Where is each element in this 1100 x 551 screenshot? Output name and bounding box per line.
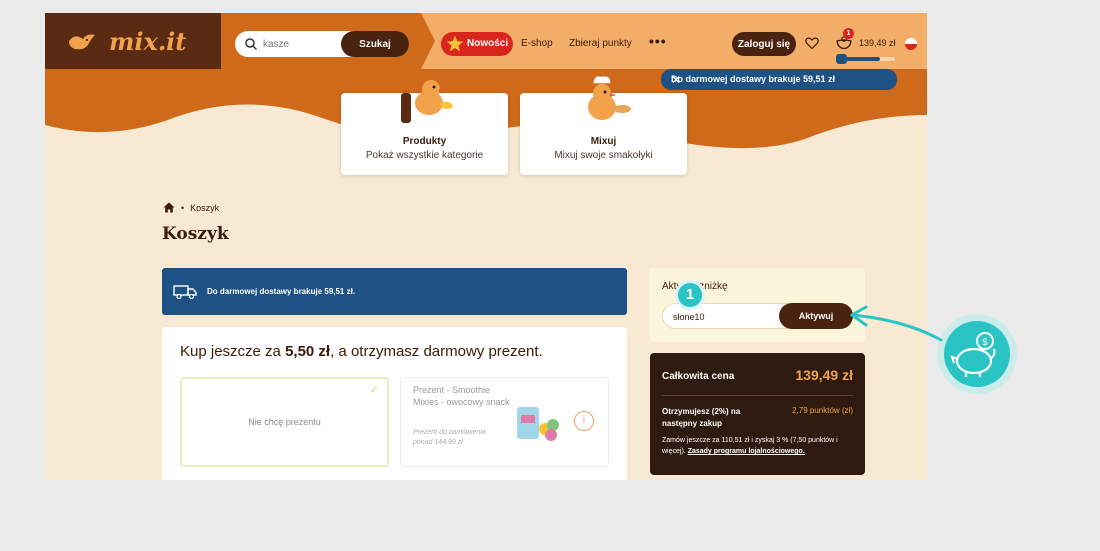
cart-total[interactable]: 139,49 zł (859, 38, 896, 48)
gift-panel: Kup jeszcze za 5,50 zł, a otrzymasz darm… (162, 327, 627, 480)
browser-viewport: mix.it Szukaj Nowości E-shop Zbieraj pun… (45, 13, 927, 480)
nav-new-label: Nowości (467, 38, 509, 49)
category-card-mix[interactable]: Mixuj Mixuj swoje smakołyki (520, 76, 687, 175)
free-delivery-banner: Do darmowej dostawy brakuje 59,51 zł. (162, 268, 627, 315)
bird-logo-icon (69, 34, 95, 50)
polish-flag-icon[interactable] (905, 38, 917, 50)
free-delivery-progress-fill (845, 57, 880, 61)
heart-icon[interactable] (805, 36, 819, 50)
loyalty-earn-label: Otrzymujesz (2%) na następny zakup (662, 407, 741, 428)
snack-package-image (517, 407, 559, 441)
search-box: Szukaj (235, 31, 409, 57)
gift-headline: Kup jeszcze za 5,50 zł, a otrzymasz darm… (180, 343, 543, 360)
gift-option-name: Prezent - Smoothie Mixies - owocowy snac… (413, 385, 510, 407)
breadcrumb: • Koszyk (163, 202, 219, 213)
bird-with-bar-illustration-icon (400, 80, 453, 123)
order-total-panel: Całkowita cena 139,49 zł Otrzymujesz (2%… (650, 353, 865, 475)
gift-headline-prefix: Kup jeszcze za (180, 343, 286, 360)
no-gift-label: Nie chcę prezentu (248, 417, 321, 427)
star-icon (446, 35, 464, 52)
gift-headline-amount: 5,50 zł (285, 343, 331, 360)
category-card-title: Mixuj (590, 136, 617, 147)
total-value: 139,49 zł (795, 367, 853, 383)
nav-eshop[interactable]: E-shop (521, 38, 553, 49)
free-delivery-progress (845, 57, 895, 61)
chef-bird-illustration-icon (587, 76, 631, 120)
free-delivery-banner-text: Do darmowej dostawy brakuje 59,51 zł. (207, 287, 356, 296)
category-card-subtitle: Pokaż wszystkie kategorie (365, 150, 484, 161)
cart-count-badge: 1 (843, 28, 854, 39)
piggy-bank-icon: $ (950, 332, 996, 377)
info-icon[interactable]: i (574, 411, 594, 431)
piggy-bank-callout: $ (937, 314, 1017, 394)
loyalty-note: Zamów jeszcze za 110,51 zł i zyskaj 3 % … (662, 435, 857, 457)
site-header: mix.it Szukaj Nowości E-shop Zbieraj pun… (45, 13, 927, 69)
nav-collect-points[interactable]: Zbieraj punkty (569, 38, 632, 49)
search-input[interactable] (263, 34, 343, 54)
check-icon: ✓ (369, 384, 379, 396)
gift-option-smoothie[interactable]: Prezent - Smoothie Mixies - owocowy snac… (400, 377, 609, 467)
search-button[interactable]: Szukaj (341, 31, 409, 57)
gift-option-condition: Prezent do zamówienia ponad 144,99 zł (413, 429, 486, 446)
loyalty-program-link[interactable]: Zasady programu lojalnościowego. (688, 448, 805, 455)
no-gift-option[interactable]: ✓ Nie chcę prezentu (180, 377, 389, 467)
page-title: Koszyk (162, 224, 229, 244)
step-number-marker: 1 (675, 280, 705, 310)
search-icon (245, 38, 258, 51)
breadcrumb-current: Koszyk (190, 202, 220, 213)
loyalty-earn-value: 2,79 punktów (zł) (792, 406, 853, 415)
free-delivery-tooltip: Do darmowej dostawy brakuje 59,51 zł ✕ (661, 69, 897, 90)
category-card-products[interactable]: Produkty Pokaż wszystkie kategorie (341, 80, 508, 175)
login-button[interactable]: Zaloguj się (732, 32, 796, 56)
close-icon[interactable]: ✕ (671, 74, 888, 86)
logo-area[interactable]: mix.it (45, 13, 239, 69)
divider (662, 395, 853, 396)
home-icon[interactable] (163, 202, 175, 213)
gift-headline-suffix: , a otrzymasz darmowy prezent. (330, 343, 543, 360)
discount-code-input[interactable] (673, 309, 763, 325)
nav-new-products[interactable]: Nowości (441, 32, 513, 56)
truck-icon (173, 285, 197, 299)
category-card-subtitle: Mixuj swoje smakołyki (554, 150, 653, 161)
svg-text:$: $ (982, 337, 988, 348)
activate-discount-button[interactable]: Aktywuj (779, 303, 853, 329)
logo-wordmark: mix.it (109, 27, 187, 56)
breadcrumb-separator: • (181, 202, 185, 213)
piggy-bank-badge: $ (944, 321, 1010, 387)
nav-more-menu[interactable]: ••• (649, 33, 667, 49)
total-label: Całkowita cena (662, 371, 735, 382)
category-card-title: Produkty (402, 136, 447, 147)
